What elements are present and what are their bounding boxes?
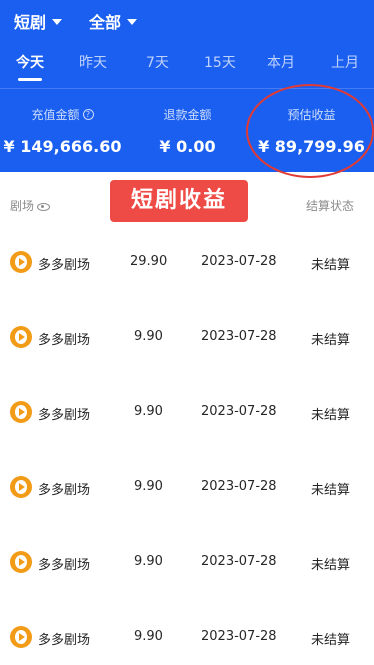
play-logo-icon — [10, 551, 32, 573]
theater-column-header[interactable]: 剧场 — [10, 197, 51, 214]
row-theater-name: 多多剧场 — [38, 408, 91, 423]
row-amount: 29.90 — [130, 254, 168, 269]
row-date: 2023-07-28 — [201, 554, 277, 569]
tab-15days[interactable]: 15天 — [204, 52, 236, 72]
eye-icon[interactable] — [37, 202, 51, 211]
table-row[interactable]: 多多剧场 9.90 2023-07-28 未结算 — [0, 449, 374, 524]
scope-label: 全部 — [89, 13, 122, 32]
table-row[interactable]: 多多剧场 9.90 2023-07-28 未结算 — [0, 374, 374, 449]
row-status: 未结算 — [311, 483, 351, 498]
table-row[interactable]: 多多剧场 9.90 2023-07-28 未结算 — [0, 524, 374, 599]
row-theater-name: 多多剧场 — [38, 258, 91, 273]
play-logo-icon — [10, 401, 32, 423]
row-status: 未结算 — [311, 333, 351, 348]
row-date: 2023-07-28 — [201, 329, 277, 344]
active-tab-indicator — [18, 78, 42, 81]
refund-label: 退款金额 — [163, 108, 212, 122]
status-column-header: 结算状态 — [306, 199, 355, 213]
category-label: 短剧 — [14, 13, 47, 32]
play-logo-icon — [10, 476, 32, 498]
help-icon[interactable]: ? — [82, 109, 94, 120]
highlight-circle-annotation — [246, 84, 374, 178]
row-theater-name: 多多剧场 — [38, 633, 91, 648]
row-status: 未结算 — [311, 408, 351, 423]
tab-this-month[interactable]: 本月 — [267, 52, 295, 72]
play-logo-icon — [10, 251, 32, 273]
play-logo-icon — [10, 626, 32, 648]
category-dropdown[interactable]: 短剧 — [14, 9, 63, 33]
recharge-label: 充值金额 — [31, 108, 80, 122]
row-status: 未结算 — [311, 633, 351, 648]
refund-stat: 退款金额 ¥ 0.00 — [125, 106, 250, 156]
recharge-value: ¥ 149,666.60 — [3, 137, 122, 156]
row-amount: 9.90 — [134, 479, 163, 494]
row-date: 2023-07-28 — [201, 254, 277, 269]
row-amount: 9.90 — [134, 554, 163, 569]
row-amount: 9.90 — [134, 329, 163, 344]
row-amount: 9.90 — [134, 629, 163, 644]
row-theater-name: 多多剧场 — [38, 558, 91, 573]
table-row[interactable]: 多多剧场 9.90 2023-07-28 未结算 — [0, 599, 374, 665]
row-theater-name: 多多剧场 — [38, 333, 91, 348]
tab-yesterday[interactable]: 昨天 — [79, 52, 107, 72]
table-row[interactable]: 多多剧场 9.90 2023-07-28 未结算 — [0, 299, 374, 374]
chevron-down-icon — [52, 19, 63, 25]
row-date: 2023-07-28 — [201, 404, 277, 419]
tab-today[interactable]: 今天 — [16, 52, 44, 72]
table-row[interactable]: 多多剧场 29.90 2023-07-28 未结算 — [0, 224, 374, 299]
date-tabs: 今天 昨天 7天 15天 本月 上月 — [0, 52, 374, 82]
row-date: 2023-07-28 — [201, 629, 277, 644]
watermark-banner: 短剧收益 — [110, 180, 248, 222]
row-theater-name: 多多剧场 — [38, 483, 91, 498]
tab-7days[interactable]: 7天 — [146, 52, 169, 72]
chevron-down-icon — [127, 19, 138, 25]
row-status: 未结算 — [311, 258, 351, 273]
scope-dropdown[interactable]: 全部 — [89, 9, 138, 33]
row-date: 2023-07-28 — [201, 479, 277, 494]
recharge-stat: 充值金额 ? ¥ 149,666.60 — [0, 106, 125, 156]
row-status: 未结算 — [311, 558, 351, 573]
row-amount: 9.90 — [134, 404, 163, 419]
play-logo-icon — [10, 326, 32, 348]
refund-value: ¥ 0.00 — [159, 137, 216, 156]
tab-last-month[interactable]: 上月 — [331, 52, 359, 72]
